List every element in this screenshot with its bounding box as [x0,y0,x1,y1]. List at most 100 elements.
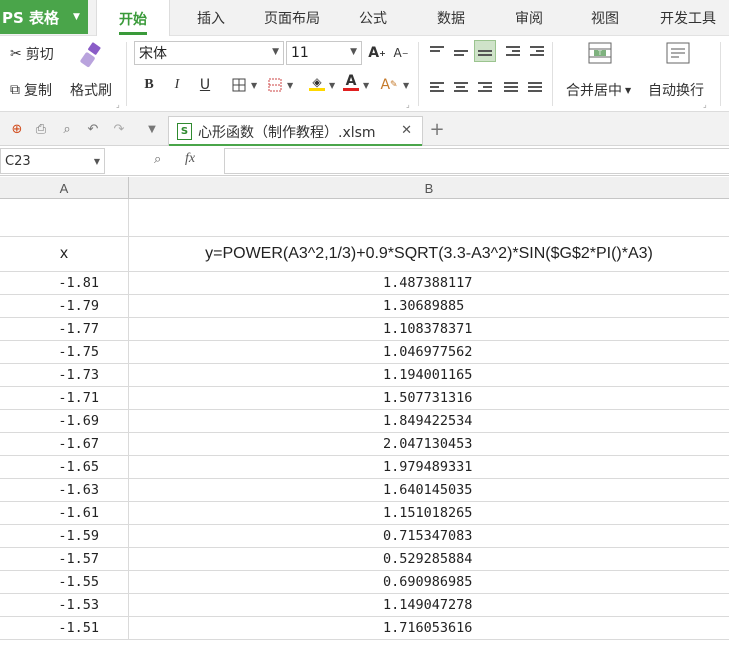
customize-dropdown-icon[interactable]: ▼ [143,120,161,138]
cell-y[interactable]: 1.849422534 [129,410,729,432]
cell-y[interactable]: 2.047130453 [129,433,729,455]
cell-x[interactable]: -1.71 [0,387,129,409]
cell-x[interactable]: -1.69 [0,410,129,432]
cell[interactable] [0,199,129,236]
fx-icon[interactable]: fx [185,151,195,167]
cell-x-header[interactable]: x [0,237,129,271]
wrap-text-icon[interactable] [666,42,690,64]
cell[interactable] [129,199,729,236]
fill-color-icon[interactable]: ◈ [306,72,328,94]
font-launcher-icon[interactable]: ⌟ [406,100,410,109]
cell-y[interactable]: 1.507731316 [129,387,729,409]
align-right-icon[interactable] [474,76,496,98]
copy-button[interactable]: ⧉ 复制 [10,80,52,100]
cut-button[interactable]: ✂ 剪切 [10,44,54,64]
cell-y[interactable]: 1.108378371 [129,318,729,340]
table-row: -1.67 2.047130453 [0,433,729,456]
align-middle-icon[interactable] [450,40,472,62]
justify-icon[interactable] [500,76,522,98]
cell-x[interactable]: -1.79 [0,295,129,317]
tab-insert[interactable]: 插入 [180,0,242,36]
formula-input[interactable] [224,148,729,174]
format-painter-icon-button[interactable] [78,42,104,68]
chevron-down-icon[interactable]: ▼ [363,81,369,90]
alignment-launcher-icon[interactable]: ⌟ [703,100,707,109]
column-header-b[interactable]: B [129,177,729,199]
cell-x[interactable]: -1.63 [0,479,129,501]
font-color-icon[interactable]: A [340,72,362,94]
cell-y[interactable]: 1.640145035 [129,479,729,501]
cell-x[interactable]: -1.59 [0,525,129,547]
chevron-down-icon[interactable]: ▼ [287,81,293,90]
cell-y[interactable]: 0.690986985 [129,571,729,593]
cell-x[interactable]: -1.67 [0,433,129,455]
app-menu-button[interactable]: PS 表格 ▼ [0,0,88,34]
chevron-down-icon[interactable]: ▼ [329,81,335,90]
name-box[interactable]: C23 ▼ [0,148,105,174]
tab-review[interactable]: 审阅 [498,0,560,36]
document-tab[interactable]: S 心形函数（制作教程）.xlsm ✕ [168,116,423,146]
zoom-icon[interactable]: ⌕ [154,152,161,167]
align-bottom-icon[interactable] [474,40,496,62]
cell-style-icon[interactable] [264,74,286,96]
cell-y[interactable]: 1.046977562 [129,341,729,363]
align-center-icon[interactable] [450,76,472,98]
font-name-select[interactable]: 宋体 ▼ [134,41,284,65]
tab-formulas[interactable]: 公式 [342,0,404,36]
decrease-font-size-icon[interactable]: A − [390,42,412,64]
cell-x[interactable]: -1.61 [0,502,129,524]
increase-font-size-icon[interactable]: A + [366,42,388,64]
cell-x[interactable]: -1.55 [0,571,129,593]
cell-y[interactable]: 1.30689885 [129,295,729,317]
new-tab-icon[interactable]: + [428,119,446,140]
tab-data[interactable]: 数据 [420,0,482,36]
sheet-grid[interactable]: A B x y=POWER(A3^2,1/3)+0.9*SQRT(3.3-A3^… [0,177,729,659]
cell-x[interactable]: -1.53 [0,594,129,616]
underline-icon[interactable]: U [194,74,216,96]
cell-x[interactable]: -1.73 [0,364,129,386]
tab-home[interactable]: 开始 [96,0,170,37]
undo-icon[interactable]: ↶ [84,120,102,138]
clear-format-icon[interactable]: A ✎ [378,74,400,96]
cell-x[interactable]: -1.81 [0,272,129,294]
italic-icon[interactable]: I [166,74,188,96]
redo-icon[interactable]: ↷ [110,120,128,138]
borders-icon[interactable] [228,74,250,96]
column-header-a[interactable]: A [0,177,129,199]
increase-indent-icon[interactable] [526,40,548,62]
cell-x[interactable]: -1.77 [0,318,129,340]
chevron-down-icon[interactable]: ▼ [403,81,409,90]
align-left-icon[interactable] [426,76,448,98]
format-painter-button[interactable]: 格式刷 [70,80,112,100]
cell-y[interactable]: 1.487388117 [129,272,729,294]
merge-center-button[interactable]: 合并居中 ▼ [566,80,631,100]
clipboard-launcher-icon[interactable]: ⌟ [116,100,120,109]
distributed-icon[interactable] [524,76,546,98]
font-size-select[interactable]: 11 ▼ [286,41,362,65]
cell-x[interactable]: -1.57 [0,548,129,570]
cell-y[interactable]: 1.716053616 [129,617,729,639]
print-preview-icon[interactable]: ⌕ [58,120,76,138]
cell-formula-header[interactable]: y=POWER(A3^2,1/3)+0.9*SQRT(3.3-A3^2)*SIN… [129,237,729,271]
cell-x[interactable]: -1.75 [0,341,129,363]
print-icon[interactable]: ⎙ [32,120,50,138]
merge-center-icon[interactable]: T [588,42,612,64]
cell-y[interactable]: 1.979489331 [129,456,729,478]
align-top-icon[interactable] [426,40,448,62]
bold-icon[interactable]: B [138,74,160,96]
tab-developer[interactable]: 开发工具 [648,0,728,36]
cell-y[interactable]: 0.529285884 [129,548,729,570]
wrap-text-button[interactable]: 自动换行 [648,80,704,100]
cell-y[interactable]: 1.194001165 [129,364,729,386]
cell-x[interactable]: -1.51 [0,617,129,639]
chevron-down-icon[interactable]: ▼ [251,81,257,90]
new-doc-icon[interactable]: ⊕ [8,120,26,138]
cell-y[interactable]: 1.151018265 [129,502,729,524]
tab-view[interactable]: 视图 [574,0,636,36]
cell-x[interactable]: -1.65 [0,456,129,478]
cell-y[interactable]: 0.715347083 [129,525,729,547]
tab-page-layout[interactable]: 页面布局 [252,0,332,36]
close-tab-icon[interactable]: ✕ [401,123,412,138]
cell-y[interactable]: 1.149047278 [129,594,729,616]
decrease-indent-icon[interactable] [502,40,524,62]
